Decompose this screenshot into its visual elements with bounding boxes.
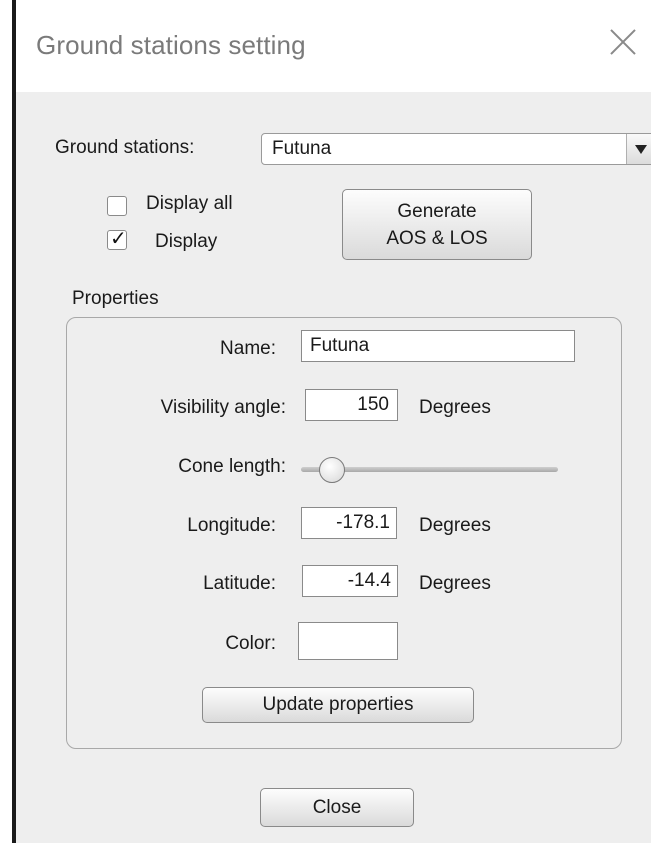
generate-button-line2: AOS & LOS	[386, 228, 488, 249]
close-button[interactable]: Close	[260, 788, 414, 827]
display-all-label: Display all	[146, 193, 233, 214]
longitude-unit: Degrees	[419, 515, 491, 536]
visibility-angle-label: Visibility angle:	[160, 397, 286, 418]
close-window-icon[interactable]	[609, 28, 637, 56]
generate-button-line1: Generate	[397, 201, 477, 222]
longitude-field[interactable]	[301, 507, 397, 539]
color-swatch[interactable]	[298, 622, 398, 660]
properties-group-title: Properties	[72, 288, 159, 309]
chevron-down-icon[interactable]	[626, 134, 651, 164]
update-properties-button[interactable]: Update properties	[202, 687, 474, 723]
color-label: Color:	[225, 633, 276, 654]
latitude-label: Latitude:	[203, 573, 276, 594]
name-label: Name:	[220, 338, 276, 359]
longitude-label: Longitude:	[187, 515, 276, 536]
ground-stations-dropdown[interactable]: Futuna	[261, 133, 651, 165]
visibility-angle-unit: Degrees	[419, 397, 491, 418]
display-checkbox[interactable]: ✓	[107, 228, 127, 250]
latitude-unit: Degrees	[419, 573, 491, 594]
display-all-checkbox[interactable]	[107, 196, 127, 216]
display-label: Display	[155, 231, 218, 252]
checkmark-icon: ✓	[110, 228, 127, 250]
window-title: Ground stations setting	[36, 30, 306, 60]
ground-stations-label: Ground stations:	[55, 137, 195, 158]
name-field[interactable]	[301, 330, 575, 362]
ground-stations-selected: Futuna	[272, 138, 332, 159]
generate-aos-los-button[interactable]: Generate AOS & LOS	[342, 189, 532, 260]
window-left-edge	[0, 0, 16, 843]
title-bar[interactable]: Ground stations setting	[16, 0, 651, 92]
visibility-angle-field[interactable]	[305, 389, 398, 421]
latitude-field[interactable]	[302, 565, 398, 597]
cone-length-label: Cone length:	[178, 456, 286, 477]
dialog-content: Ground stations: Futuna Display all ✓ Di…	[16, 92, 651, 843]
